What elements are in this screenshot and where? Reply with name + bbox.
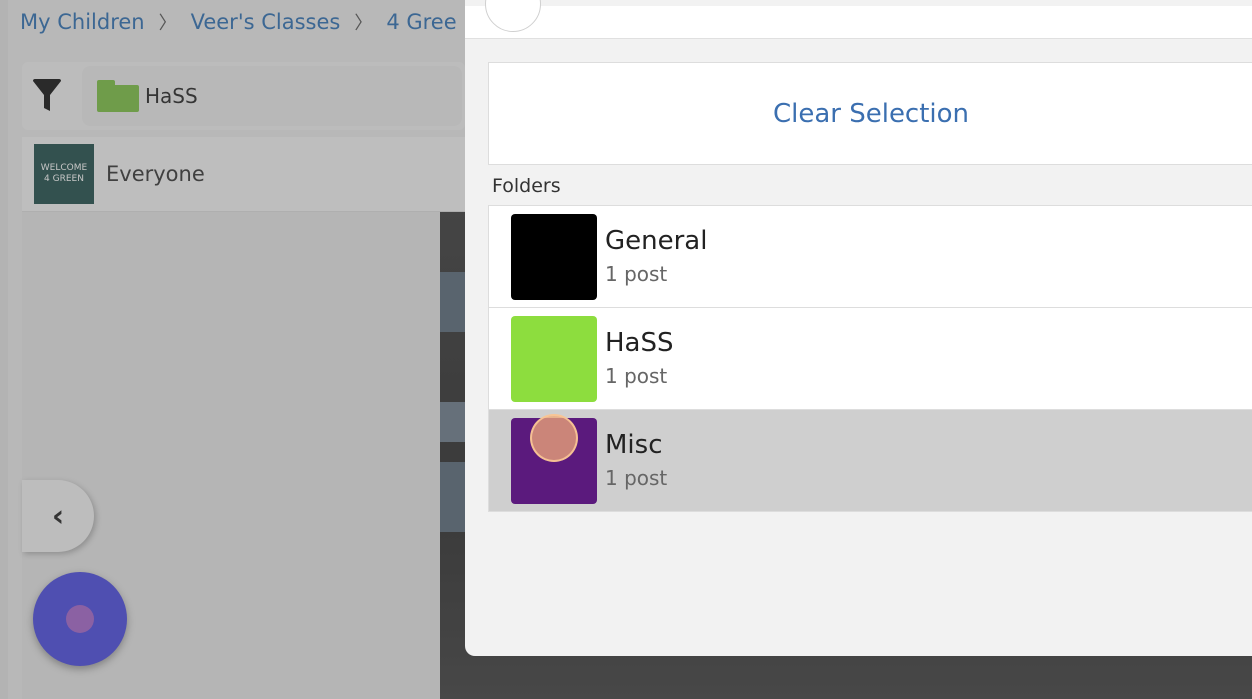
touch-indicator (530, 414, 578, 462)
folder-color-swatch (511, 214, 597, 300)
folder-name: Misc (605, 430, 663, 460)
close-circle-icon[interactable] (485, 0, 541, 32)
folder-row-misc[interactable]: Misc 1 post (488, 410, 1252, 512)
clear-selection-button[interactable]: Clear Selection (488, 62, 1252, 165)
folder-row-hass[interactable]: HaSS 1 post (488, 308, 1252, 410)
folder-list: General 1 post HaSS 1 post Misc 1 post (488, 205, 1252, 512)
folder-picker-panel: Clear Selection Folders General 1 post H… (465, 0, 1252, 656)
folder-name: HaSS (605, 328, 674, 358)
folder-row-general[interactable]: General 1 post (488, 205, 1252, 308)
folders-heading: Folders (492, 175, 561, 197)
folder-post-count: 1 post (605, 466, 668, 490)
folder-post-count: 1 post (605, 364, 668, 388)
folder-color-swatch (511, 316, 597, 402)
folder-name: General (605, 226, 708, 256)
panel-header (465, 0, 1252, 39)
clear-selection-label: Clear Selection (772, 98, 970, 129)
folder-post-count: 1 post (605, 262, 668, 286)
